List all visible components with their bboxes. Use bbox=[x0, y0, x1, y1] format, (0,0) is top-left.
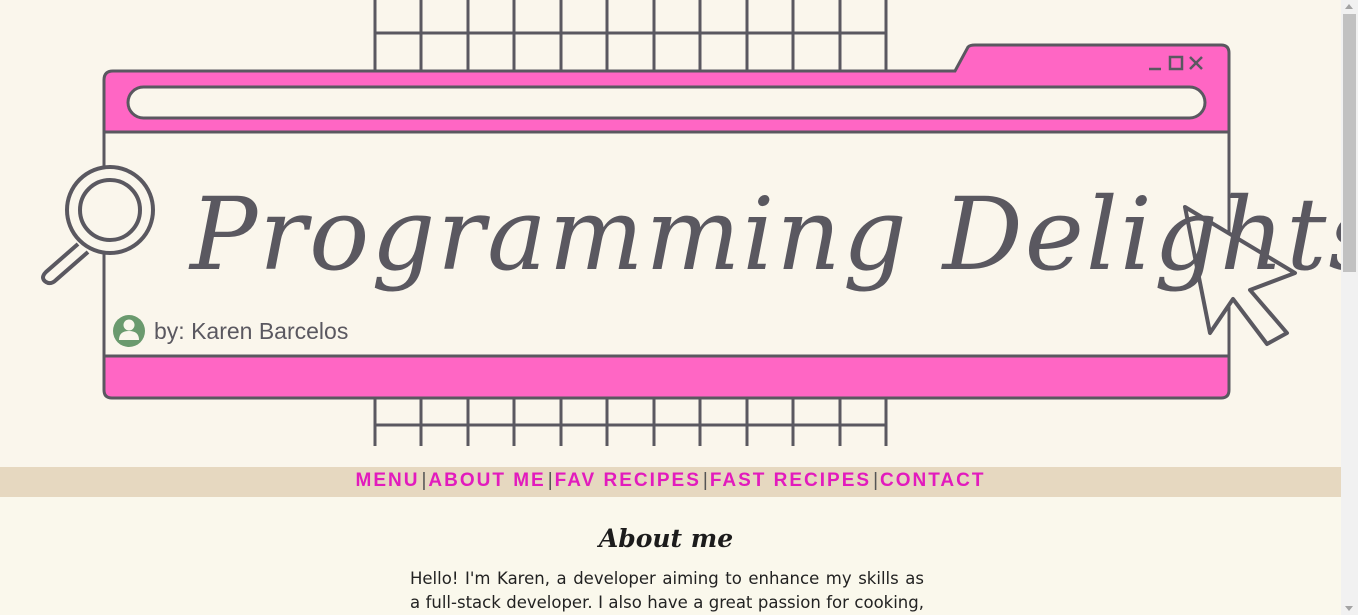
nav-contact-link[interactable]: CONTACT bbox=[880, 470, 985, 491]
nav-separator: | bbox=[873, 470, 879, 491]
site-title: Programming Delights bbox=[190, 176, 1341, 293]
about-paragraph: Hello! I'm Karen, a developer aiming to … bbox=[410, 569, 924, 612]
main-nav: MENU | ABOUT ME | FAV RECIPES | FAST RECIPES | C… bbox=[0, 467, 1341, 497]
nav-fast-recipes-link[interactable]: FAST RECIPES bbox=[710, 470, 871, 491]
address-bar-graphic bbox=[126, 85, 1207, 120]
scroll-up-icon[interactable] bbox=[1345, 4, 1353, 9]
nav-fav-recipes-link[interactable]: FAV RECIPES bbox=[555, 470, 701, 491]
user-avatar-icon bbox=[113, 315, 145, 347]
author-byline: by: Karen Barcelos bbox=[154, 318, 349, 344]
about-section: About me Hello! I'm Karen, a developer a… bbox=[0, 497, 1341, 615]
scrollbar-thumb[interactable] bbox=[1343, 14, 1356, 272]
bottom-grid-decoration bbox=[373, 398, 888, 446]
nav-menu-link[interactable]: MENU bbox=[356, 470, 420, 491]
nav-separator: | bbox=[702, 470, 708, 491]
page: Programming Delights by: Karen Barcelos … bbox=[0, 0, 1341, 615]
nav-about-me-link[interactable]: ABOUT ME bbox=[428, 470, 545, 491]
header-banner: Programming Delights by: Karen Barcelos bbox=[0, 0, 1341, 467]
top-grid-decoration bbox=[373, 0, 888, 72]
about-heading: About me bbox=[598, 524, 734, 553]
scroll-down-icon[interactable] bbox=[1345, 606, 1353, 611]
nav-separator: | bbox=[547, 470, 553, 491]
vertical-scrollbar[interactable] bbox=[1341, 0, 1358, 615]
